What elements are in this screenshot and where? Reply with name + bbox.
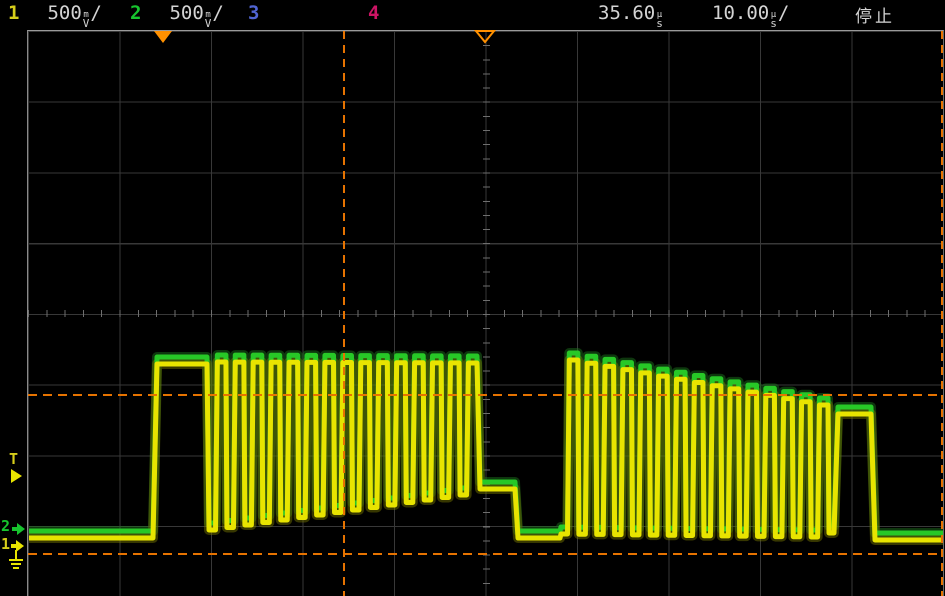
ch2-scale-button[interactable]: 2 500 mV / bbox=[130, 2, 224, 31]
run-state-badge: 停止 bbox=[855, 2, 895, 27]
timebase-suffix: / bbox=[778, 2, 789, 24]
ch4-number: 4 bbox=[368, 2, 379, 24]
vertical-cursor-b[interactable] bbox=[941, 31, 943, 596]
oscilloscope-screen: 1 500 mV / 2 500 mV / 3 4 35.60 µs 10.00… bbox=[0, 0, 945, 596]
status-bar: 1 500 mV / 2 500 mV / 3 4 35.60 µs 10.00… bbox=[0, 0, 945, 28]
ch3-number: 3 bbox=[248, 2, 259, 24]
ch2-number: 2 bbox=[130, 2, 141, 24]
ch2-scale-suffix: / bbox=[212, 2, 223, 24]
vertical-cursor-a[interactable] bbox=[343, 31, 345, 596]
trigger-time-unit: µs bbox=[656, 12, 663, 29]
trigger-level-marker-icon[interactable] bbox=[11, 469, 22, 483]
graticule bbox=[27, 30, 944, 596]
horizontal-cursor-a[interactable] bbox=[28, 394, 943, 396]
ch1-scale-value: 500 bbox=[47, 2, 81, 24]
ch2-position-marker-icon[interactable] bbox=[17, 523, 25, 535]
ch3-button[interactable]: 3 bbox=[248, 2, 259, 24]
ground-bar-2 bbox=[11, 563, 21, 565]
ch1-scale-suffix: / bbox=[90, 2, 101, 24]
waveform-traces bbox=[28, 31, 943, 596]
trigger-time-readout: 35.60 µs bbox=[598, 2, 664, 31]
trigger-position-marker-icon[interactable] bbox=[154, 31, 172, 43]
ch4-button[interactable]: 4 bbox=[368, 2, 379, 24]
trigger-level-label: T bbox=[9, 452, 18, 467]
ch1-position-label: 1 bbox=[1, 537, 10, 552]
ground-bar-1 bbox=[9, 559, 23, 561]
ch1-unit: mV bbox=[83, 12, 90, 29]
ch2-position-label: 2 bbox=[1, 519, 10, 534]
ch2-unit: mV bbox=[205, 12, 212, 29]
timebase-unit: µs bbox=[770, 12, 777, 29]
ground-bar-3 bbox=[13, 567, 19, 569]
ch1-scale-button[interactable]: 1 500 mV / bbox=[8, 2, 102, 31]
ch1-number: 1 bbox=[8, 2, 19, 24]
timebase-readout: 10.00 µs / bbox=[712, 2, 789, 31]
ch1-position-marker-icon[interactable] bbox=[16, 540, 24, 552]
ground-icon bbox=[15, 550, 17, 559]
ch2-scale-value: 500 bbox=[169, 2, 203, 24]
time-reference-marker-icon[interactable] bbox=[474, 30, 496, 44]
horizontal-cursor-b[interactable] bbox=[28, 553, 943, 555]
